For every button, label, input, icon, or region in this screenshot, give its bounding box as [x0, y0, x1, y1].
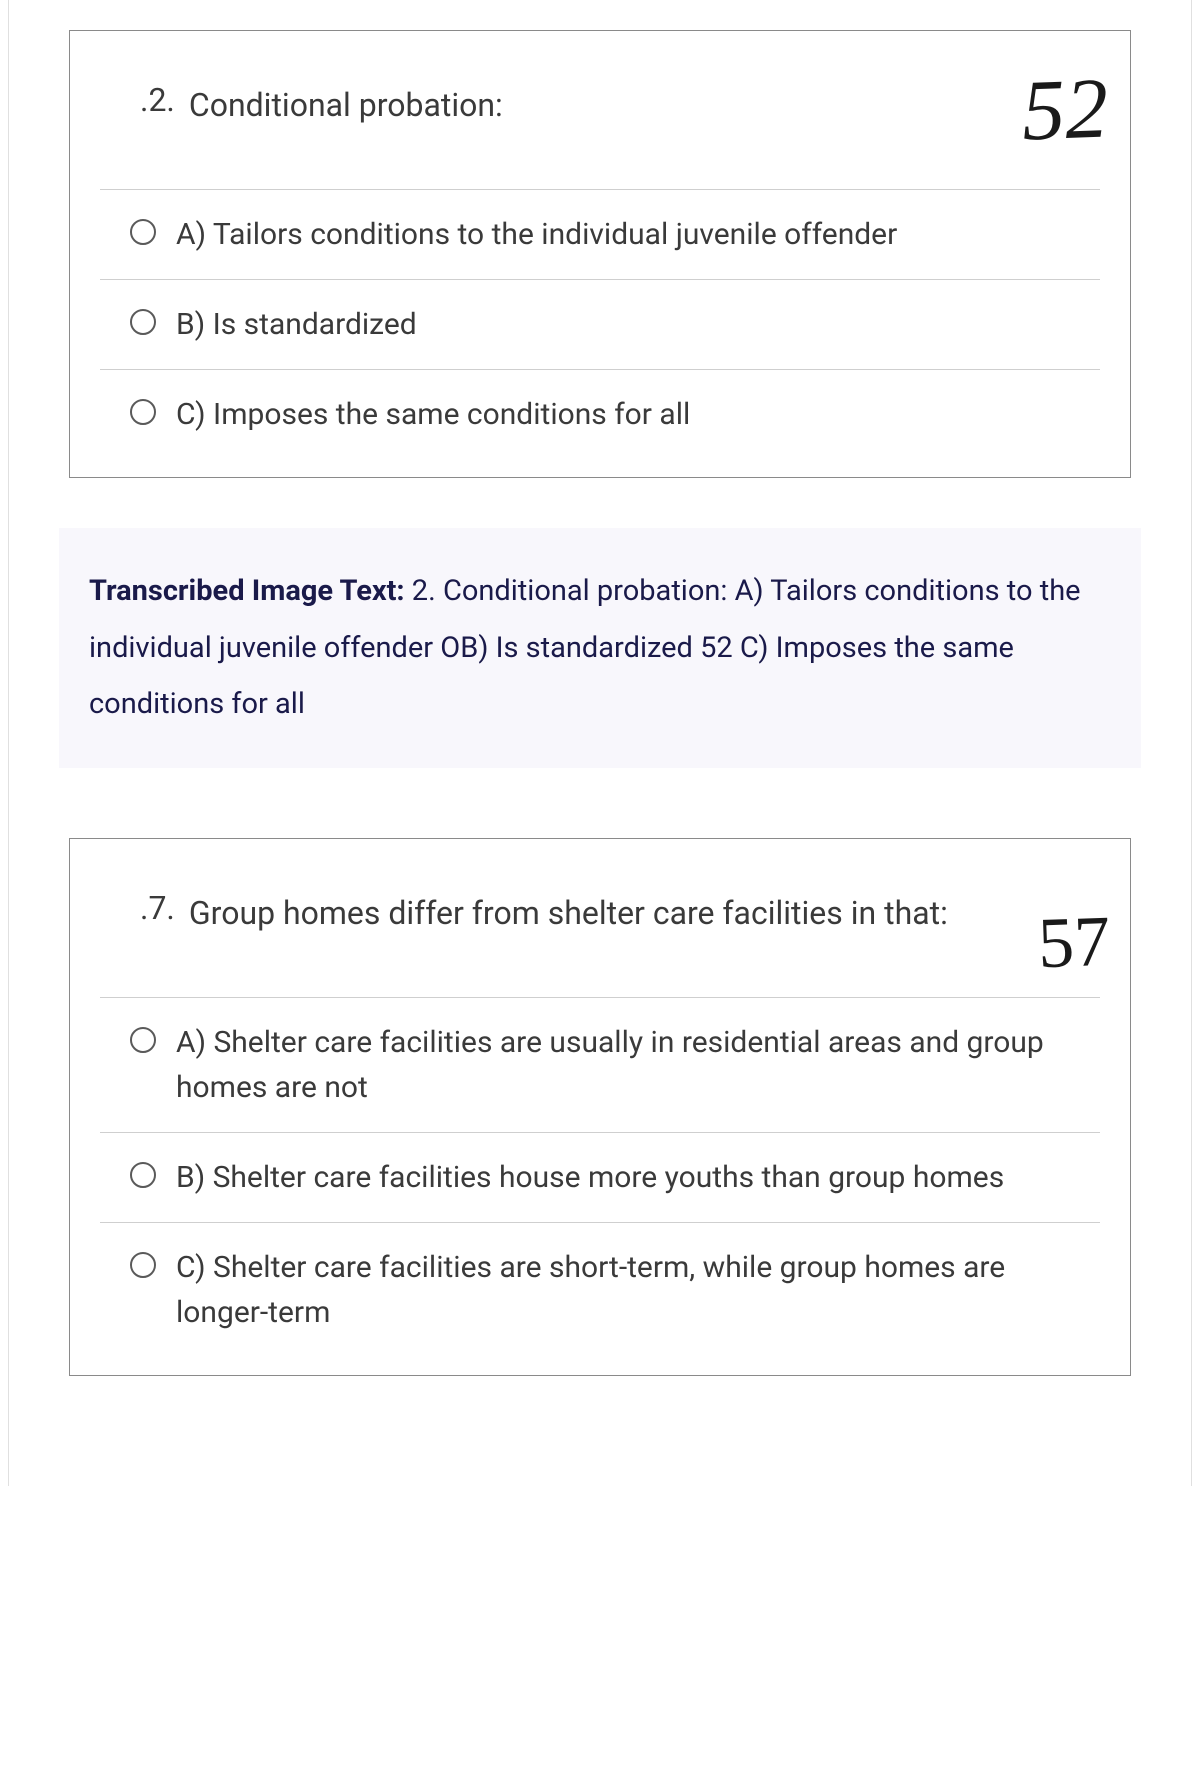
- radio-icon[interactable]: [130, 309, 156, 335]
- question-header: .7. Group homes differ from shelter care…: [100, 839, 1100, 998]
- option-row-b[interactable]: B) Is standardized: [100, 280, 1100, 370]
- transcribed-label: Transcribed Image Text:: [89, 574, 405, 608]
- question-text: Group homes differ from shelter care fac…: [189, 889, 1060, 937]
- radio-icon[interactable]: [130, 1027, 156, 1053]
- question-card-2: .2. Conditional probation: 52 A) Tailors…: [69, 30, 1131, 478]
- option-row-a[interactable]: A) Tailors conditions to the individual …: [100, 190, 1100, 280]
- radio-icon[interactable]: [130, 219, 156, 245]
- handwritten-annotation: 57: [1037, 899, 1112, 984]
- radio-icon[interactable]: [130, 399, 156, 425]
- option-row-c[interactable]: C) Imposes the same conditions for all: [100, 370, 1100, 477]
- question-text: Conditional probation:: [189, 81, 1060, 129]
- question-number: .7.: [140, 889, 175, 927]
- option-text: A) Shelter care facilities are usually i…: [176, 1020, 1070, 1110]
- question-card-7: .7. Group homes differ from shelter care…: [69, 838, 1131, 1376]
- question-number: .2.: [140, 81, 175, 119]
- option-row-a[interactable]: A) Shelter care facilities are usually i…: [100, 998, 1100, 1133]
- option-text: B) Shelter care facilities house more yo…: [176, 1155, 1070, 1200]
- option-row-b[interactable]: B) Shelter care facilities house more yo…: [100, 1133, 1100, 1223]
- option-row-c[interactable]: C) Shelter care facilities are short-ter…: [100, 1223, 1100, 1375]
- option-text: B) Is standardized: [176, 302, 1070, 347]
- handwritten-annotation: 52: [1020, 58, 1109, 161]
- radio-icon[interactable]: [130, 1252, 156, 1278]
- option-text: C) Shelter care facilities are short-ter…: [176, 1245, 1070, 1335]
- question-header: .2. Conditional probation: 52: [100, 31, 1100, 190]
- page-container: .2. Conditional probation: 52 A) Tailors…: [8, 0, 1192, 1486]
- transcribed-image-text-box: Transcribed Image Text: 2. Conditional p…: [59, 528, 1141, 768]
- option-text: A) Tailors conditions to the individual …: [176, 212, 1070, 257]
- option-text: C) Imposes the same conditions for all: [176, 392, 1070, 437]
- radio-icon[interactable]: [130, 1162, 156, 1188]
